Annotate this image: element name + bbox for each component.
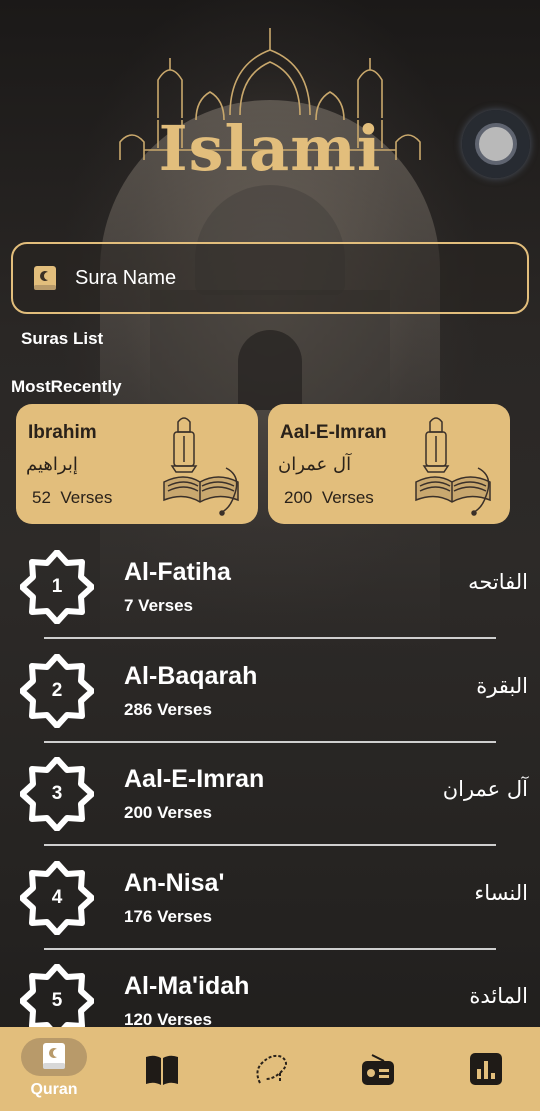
recent-sura-arabic-name: آل عمران — [278, 454, 352, 475]
sura-verses: 200 Verses — [124, 803, 212, 822]
sura-row[interactable]: 5 Al-Ma'idah 120 Verses المائدة — [0, 954, 540, 1027]
sura-arabic-name: المائدة — [469, 984, 528, 1008]
suras-list-heading: Suras List — [21, 329, 104, 348]
sura-row[interactable]: 2 Al-Baqarah 286 Verses البقرة — [0, 644, 540, 748]
sura-name: An-Nisa' — [124, 869, 225, 897]
nav-label-quran: Quran — [30, 1081, 78, 1098]
search-bar[interactable] — [11, 242, 529, 314]
mosque-door — [238, 330, 302, 410]
search-input[interactable] — [75, 258, 495, 298]
sura-name: Aal-E-Imran — [124, 765, 265, 793]
hadith-book-icon — [146, 1055, 178, 1085]
sura-number: 2 — [51, 680, 63, 701]
quran-lantern-illustration-icon — [163, 417, 239, 516]
sura-row[interactable]: 1 Al-Fatiha 7 Verses الفاتحه — [0, 540, 540, 644]
recent-sura-name: Aal-E-Imran — [280, 422, 387, 443]
row-divider — [44, 844, 496, 846]
nav-item-quran[interactable]: Quran — [0, 1027, 108, 1111]
nav-item-hadith[interactable] — [108, 1027, 216, 1111]
sura-verses: 120 Verses — [124, 1010, 212, 1027]
nav-item-radio[interactable] — [324, 1027, 432, 1111]
recent-sura-card[interactable]: Ibrahim إبراهيم 52 Verses — [16, 404, 258, 524]
sura-name: Al-Ma'idah — [124, 972, 250, 1000]
theme-toggle-button[interactable] — [462, 110, 530, 178]
recent-sura-verses: 52 Verses — [32, 488, 113, 507]
radio-icon — [362, 1054, 394, 1085]
suras-list[interactable]: 1 Al-Fatiha 7 Verses الفاتحه 2 Al-Baqara… — [0, 540, 540, 1027]
sura-arabic-name: النساء — [474, 881, 528, 905]
recent-sura-card[interactable]: Aal-E-Imran آل عمران 200 Verses — [268, 404, 510, 524]
most-recently-heading: MostRecently — [11, 377, 122, 396]
recent-sura-arabic-name: إبراهيم — [26, 454, 78, 475]
recent-sura-verses: 200 Verses — [284, 488, 374, 507]
nav-item-sebha[interactable] — [216, 1027, 324, 1111]
sura-arabic-name: آل عمران — [442, 777, 528, 801]
time-icon — [470, 1053, 502, 1085]
sura-arabic-name: الفاتحه — [468, 570, 528, 594]
sura-name: Al-Fatiha — [124, 558, 231, 586]
header: Islami — [0, 0, 540, 200]
quran-lantern-illustration-icon — [415, 417, 491, 516]
sura-number: 5 — [51, 990, 63, 1011]
row-divider — [44, 637, 496, 639]
row-divider — [44, 948, 496, 950]
quran-book-icon — [34, 266, 56, 290]
sura-number: 4 — [51, 887, 63, 908]
bottom-navigation: Quran — [0, 1027, 540, 1111]
recent-sura-name: Ibrahim — [28, 422, 97, 443]
sebha-icon — [256, 1054, 287, 1084]
row-divider — [44, 741, 496, 743]
sura-number: 1 — [51, 576, 63, 597]
app-logo: Islami — [158, 112, 382, 185]
sura-verses: 286 Verses — [124, 700, 212, 719]
quran-icon — [43, 1043, 65, 1069]
sura-number: 3 — [51, 783, 63, 804]
sura-verses: 176 Verses — [124, 907, 212, 926]
sura-verses: 7 Verses — [124, 596, 194, 615]
nav-item-time[interactable] — [432, 1027, 540, 1111]
sura-arabic-name: البقرة — [476, 674, 528, 698]
sura-row[interactable]: 4 An-Nisa' 176 Verses النساء — [0, 851, 540, 955]
sura-name: Al-Baqarah — [124, 662, 258, 690]
sura-row[interactable]: 3 Aal-E-Imran 200 Verses آل عمران — [0, 747, 540, 851]
toggle-knob — [475, 123, 517, 165]
